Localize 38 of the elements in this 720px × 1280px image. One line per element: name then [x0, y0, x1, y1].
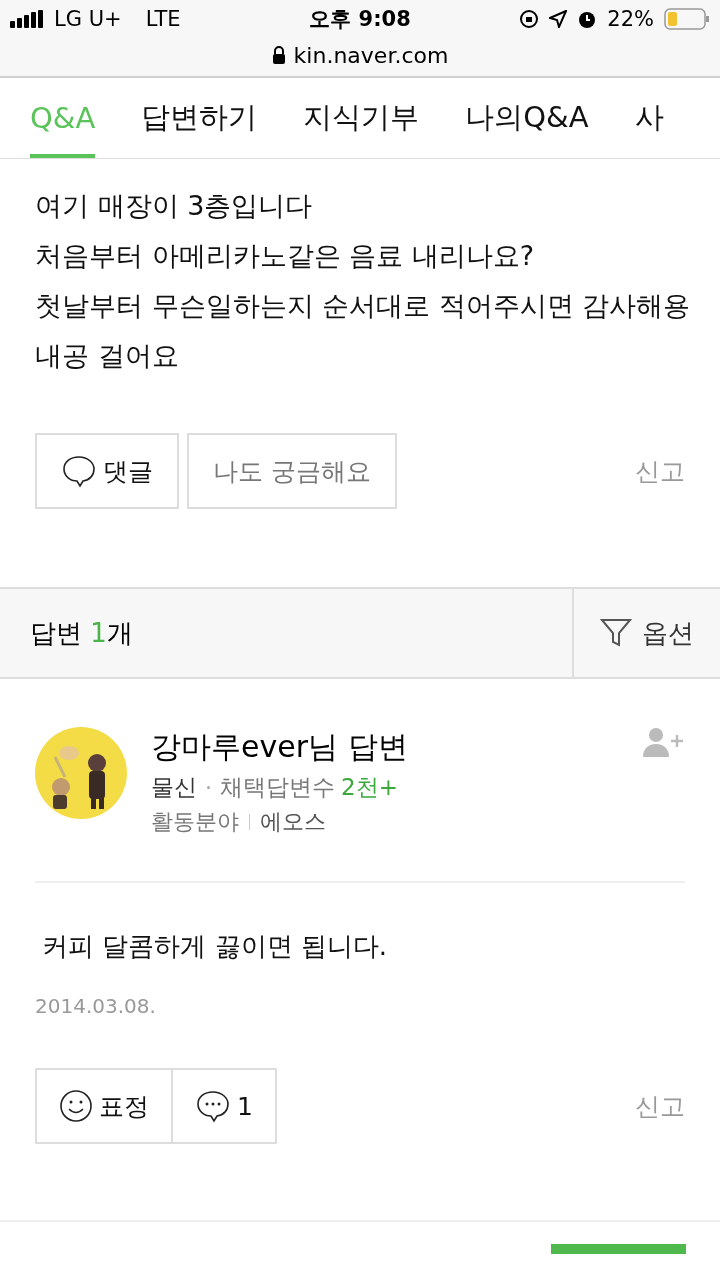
answer-date: 2014.03.08.	[34, 993, 157, 1018]
question-text: 내공 걸어요	[35, 339, 180, 373]
field-value: 에오스	[260, 808, 326, 836]
adopted-count: 2천+	[341, 773, 398, 802]
curious-button[interactable]: 나도 궁금해요	[187, 433, 397, 509]
network-label: LTE	[145, 7, 181, 31]
filter-icon	[600, 618, 632, 648]
battery-icon	[664, 8, 710, 30]
action-button[interactable]	[551, 1244, 686, 1254]
lock-icon	[271, 46, 286, 64]
answer-count: 답변 1개	[30, 616, 133, 650]
speech-bubble-icon	[195, 1088, 231, 1124]
author-rank: 물신	[151, 773, 197, 802]
location-arrow-icon	[549, 10, 568, 28]
battery-percent: 22%	[607, 7, 654, 31]
options-button[interactable]: 옵션	[572, 589, 720, 677]
clock: 오후 9:08	[309, 6, 411, 33]
nav-tab[interactable]: 사	[634, 78, 664, 158]
adopted-label: 채택답변수	[220, 773, 335, 802]
author-title[interactable]: 강마루ever님 답변	[151, 727, 619, 768]
nav-tab[interactable]: 지식기부	[303, 78, 420, 158]
smiley-icon	[59, 1089, 93, 1123]
comment-count-button[interactable]: 1	[173, 1068, 277, 1144]
speech-bubble-icon	[61, 453, 97, 489]
field-label: 활동분야	[151, 808, 239, 836]
question-text: 여기 매장이 3층입니다	[35, 189, 314, 223]
alarm-icon	[577, 9, 598, 29]
answer-text: 커피 달콤하게 끓이면 됩니다.	[41, 930, 389, 963]
comment-button[interactable]: 댓글	[35, 433, 179, 509]
nav-tab[interactable]: 나의Q&A	[465, 78, 589, 158]
rotation-lock-icon	[519, 9, 540, 29]
signal-icon	[10, 10, 44, 28]
nav-tab[interactable]: 답변하기	[141, 78, 258, 158]
carrier-label: LG U+	[54, 7, 122, 31]
emotion-button[interactable]: 표정	[35, 1068, 173, 1144]
url-text[interactable]: kin.naver.com	[293, 42, 449, 68]
add-friend-icon[interactable]	[643, 727, 685, 757]
question-text: 처음부터 아메리카노같은 음료 내리나요?	[35, 239, 536, 273]
